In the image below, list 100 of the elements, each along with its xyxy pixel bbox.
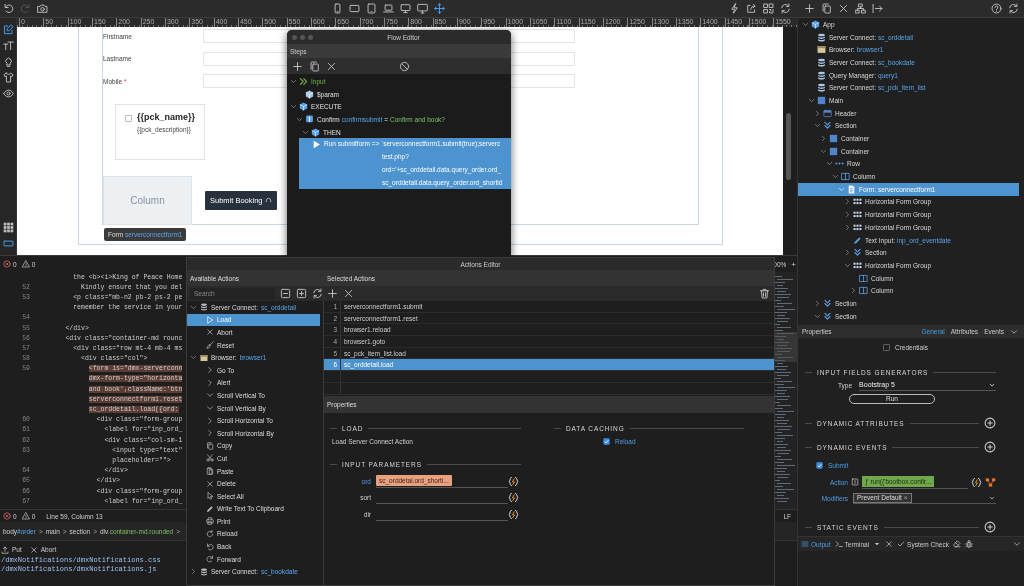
chevron-down-icon[interactable] — [814, 312, 821, 320]
cross-icon — [29, 545, 38, 554]
binding-icon[interactable] — [971, 476, 982, 488]
cross-icon[interactable] — [885, 540, 894, 548]
square-icon — [817, 95, 826, 105]
chevron-right-icon[interactable] — [190, 568, 197, 576]
ban-icon[interactable] — [399, 60, 410, 72]
chevron-down-icon[interactable] — [814, 122, 821, 130]
text-size-icon[interactable] — [2, 40, 14, 51]
tablet-landscape-icon[interactable] — [349, 3, 360, 14]
share-icon[interactable] — [746, 3, 757, 14]
chevron-down-icon[interactable] — [290, 77, 297, 85]
chevron-down-icon[interactable] — [190, 303, 197, 311]
chevron-right-icon[interactable] — [844, 223, 851, 231]
info-box-icon[interactable] — [851, 478, 859, 486]
plus-icon[interactable] — [327, 288, 338, 299]
plus-icon[interactable] — [804, 3, 815, 14]
camera-icon[interactable] — [37, 3, 48, 14]
refresh-icon[interactable] — [780, 3, 791, 14]
chevron-down-icon[interactable] — [832, 173, 839, 181]
chevron-right-icon[interactable] — [814, 299, 821, 307]
grid-icon — [853, 197, 862, 207]
refresh-icon[interactable] — [312, 288, 323, 299]
refresh-icon[interactable] — [1008, 3, 1019, 14]
grid-icon — [853, 222, 862, 232]
trash-icon[interactable] — [759, 288, 770, 299]
chevron-right-icon[interactable] — [844, 198, 851, 206]
check-icon — [897, 540, 906, 548]
checkbox[interactable] — [816, 461, 823, 469]
layout-column: Column — [103, 176, 192, 226]
checkbox[interactable] — [603, 437, 610, 445]
database-icon — [817, 32, 826, 42]
chevron-right-icon[interactable] — [814, 109, 821, 117]
copy-icon[interactable] — [309, 60, 320, 72]
warning-icon — [21, 512, 30, 520]
binding-icon[interactable] — [508, 508, 519, 520]
document-icon — [847, 184, 856, 194]
bug-icon[interactable] — [965, 540, 973, 548]
chevron-right-icon[interactable] — [850, 287, 857, 295]
layout-icon[interactable] — [2, 238, 14, 249]
database-icon — [200, 567, 208, 576]
copy-icon[interactable] — [821, 3, 832, 14]
grid-icon[interactable] — [2, 222, 14, 233]
terminal-icon — [834, 540, 843, 548]
checkbox[interactable] — [883, 343, 890, 351]
cross-icon[interactable] — [343, 288, 354, 299]
lightning-icon[interactable] — [729, 3, 740, 14]
eraser-icon[interactable] — [953, 540, 961, 548]
chevron-down-icon[interactable] — [290, 103, 297, 111]
cross-icon[interactable] — [326, 60, 337, 72]
chevron-down-icon[interactable] — [190, 354, 197, 362]
plus-icon[interactable] — [292, 60, 303, 72]
add-icon[interactable] — [984, 417, 996, 429]
laptop-icon[interactable] — [383, 3, 394, 14]
help-icon[interactable] — [991, 3, 1002, 14]
shirt-icon[interactable] — [2, 72, 14, 83]
chevron-right-icon[interactable] — [844, 211, 851, 219]
database-icon — [817, 57, 826, 67]
database-icon — [817, 70, 826, 80]
add-icon[interactable] — [984, 441, 996, 453]
chevron-down-icon[interactable] — [296, 115, 303, 123]
flow-icon[interactable] — [985, 476, 996, 488]
phone-icon[interactable] — [332, 3, 343, 14]
tablet-icon[interactable] — [366, 3, 377, 14]
chevron-down-icon[interactable] — [1010, 327, 1018, 336]
add-icon[interactable] — [984, 521, 996, 533]
checkbox[interactable] — [125, 115, 132, 123]
eye-icon[interactable] — [2, 88, 14, 99]
desktop-icon[interactable] — [400, 3, 411, 14]
cross-icon[interactable] — [838, 3, 849, 14]
play-icon — [312, 140, 321, 150]
sitemap-icon[interactable] — [855, 3, 866, 14]
chevron-down-icon[interactable] — [808, 96, 815, 104]
chevron-down-icon[interactable] — [802, 20, 809, 28]
expand-all-icon[interactable] — [296, 288, 307, 299]
scrollbar-thumb[interactable] — [786, 113, 791, 180]
chevron-down-icon[interactable] — [1013, 540, 1021, 548]
database-icon — [817, 83, 826, 93]
undo-icon[interactable] — [3, 3, 14, 14]
move-icon[interactable] — [434, 3, 445, 14]
columns-icon — [859, 286, 868, 296]
binding-icon[interactable] — [508, 475, 519, 487]
chevron-down-icon[interactable] — [826, 160, 833, 168]
bulb-icon[interactable] — [2, 56, 14, 67]
monitor-icon[interactable] — [417, 3, 428, 14]
edit-icon[interactable] — [2, 24, 14, 35]
cross-icon — [206, 328, 214, 337]
chevron-down-icon[interactable] — [844, 261, 851, 269]
collapse-all-icon[interactable] — [280, 288, 291, 299]
card-title: {{pck_name}} — [137, 112, 197, 123]
chevron-right-icon[interactable] — [844, 249, 851, 257]
chevron-down-icon[interactable] — [820, 147, 827, 155]
caret-icon[interactable] — [873, 540, 882, 548]
chevron-down-icon[interactable] — [302, 128, 309, 136]
chevron-right-icon[interactable] — [820, 135, 827, 143]
export-icon[interactable] — [872, 3, 883, 14]
cube-icon — [299, 102, 308, 112]
qr-code-icon[interactable] — [763, 3, 774, 14]
zoom-in-button[interactable]: + — [791, 259, 796, 269]
binding-icon[interactable] — [508, 492, 519, 503]
